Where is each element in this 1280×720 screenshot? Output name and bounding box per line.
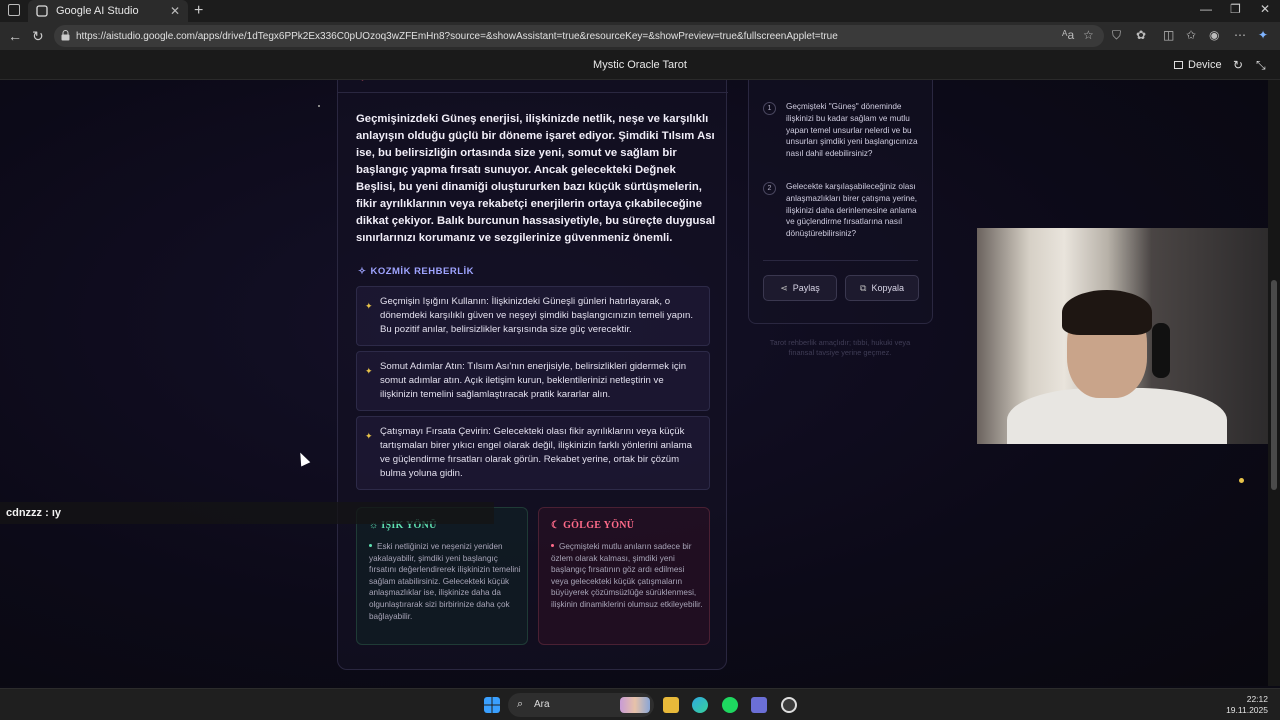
url-text: https://aistudio.google.com/apps/drive/1… xyxy=(76,30,838,42)
tab-close-icon[interactable]: ✕ xyxy=(170,4,180,18)
question-item: 2 Gelecekte karşılaşabileceğiniz olası a… xyxy=(763,181,923,240)
guidance-item: ✦ Somut Adımlar Atın: Tılsım Ası'nın ene… xyxy=(356,351,710,411)
share-label: Paylaş xyxy=(792,283,820,293)
copilot-icon[interactable]: ✦ xyxy=(1258,28,1268,42)
bullet-icon xyxy=(369,544,372,547)
heart-icon: ♡ xyxy=(358,80,367,84)
browser-tab-bar: Google AI Studio ✕ + — ❐ ✕ xyxy=(0,0,1280,22)
refresh-icon[interactable]: ↻ xyxy=(1233,58,1243,72)
address-toolbar: ← ↻ https://aistudio.google.com/apps/dri… xyxy=(0,22,1280,50)
favorites-icon[interactable]: ✩ xyxy=(1186,28,1196,42)
chat-message: cdnzzz : ıy xyxy=(6,507,62,519)
device-button[interactable]: Device xyxy=(1174,59,1222,71)
extensions-icon[interactable]: ✿ xyxy=(1136,28,1146,42)
search-icon: ⌕ xyxy=(517,698,524,710)
taskbar-search[interactable]: ⌕ Ara xyxy=(508,693,654,717)
back-icon[interactable]: ← xyxy=(8,28,22,44)
split-screen-icon[interactable]: ◫ xyxy=(1163,28,1174,42)
guidance-text: Çatışmayı Fırsata Çevirin: Gelecekteki o… xyxy=(380,426,692,479)
webcam-person-hair xyxy=(1062,290,1152,335)
search-highlight-image xyxy=(620,697,650,713)
guidance-text: Somut Adımlar Atın: Tılsım Ası'nın enerj… xyxy=(380,361,687,400)
tab-actions-icon[interactable] xyxy=(8,4,20,16)
question-number: 1 xyxy=(763,102,776,115)
spotify-icon[interactable] xyxy=(722,697,738,713)
clock-date: 19.11.2025 xyxy=(1226,705,1268,715)
minimize-icon[interactable]: — xyxy=(1200,2,1212,16)
edge-browser-icon[interactable] xyxy=(692,697,708,713)
webcam-headset xyxy=(1152,323,1170,378)
guidance-title: KOZMİK REHBERLİK xyxy=(370,266,474,277)
teams-icon[interactable] xyxy=(751,697,767,713)
windows-taskbar: ⌕ Ara 22:12 19.11.2025 xyxy=(0,688,1280,720)
clock-time: 22:12 xyxy=(1246,694,1268,704)
reading-card: ♡ Geçmişinizdeki Güneş enerjisi, ilişkin… xyxy=(337,80,728,670)
moon-icon: ☾ xyxy=(551,520,561,531)
question-text: Gelecekte karşılaşabileceğiniz olası anl… xyxy=(786,182,918,239)
search-label: Ara xyxy=(534,699,550,710)
profile-avatar-icon[interactable]: ◉ xyxy=(1209,28,1219,42)
share-icon: ⋖ xyxy=(780,282,788,293)
guidance-item: ✦ Çatışmayı Fırsata Çevirin: Gelecekteki… xyxy=(356,416,710,490)
bullet-icon xyxy=(551,544,554,547)
mouse-cursor-icon xyxy=(295,450,311,467)
favorite-star-icon[interactable]: ☆ xyxy=(1083,28,1094,42)
app-header: Mystic Oracle Tarot Device ↻ ⤡ xyxy=(0,50,1280,80)
guidance-text: Geçmişin Işığını Kullanın: İlişkinizdeki… xyxy=(380,296,694,335)
guidance-item: ✦ Geçmişin Işığını Kullanın: İlişkinizde… xyxy=(356,286,710,346)
reload-icon[interactable]: ↻ xyxy=(32,28,44,45)
shadow-side-panel: ☾ GÖLGE YÖNÜ Geçmişteki mutlu anıların s… xyxy=(538,507,710,645)
vertical-scrollbar[interactable] xyxy=(1268,80,1280,686)
decorative-dot xyxy=(1239,478,1244,483)
copy-label: Kopyala xyxy=(871,283,904,293)
copy-button[interactable]: ⧉ Kopyala xyxy=(845,275,919,301)
ai-studio-favicon-icon xyxy=(36,5,48,17)
guidance-heading: ✧ KOZMİK REHBERLİK xyxy=(358,266,474,277)
light-side-panel: ☼ IŞIK YÖNÜ Eski netliğinizi ve neşenizi… xyxy=(356,507,528,645)
windows-start-icon[interactable] xyxy=(484,697,500,713)
reading-paragraph: Geçmişinizdeki Güneş enerjisi, ilişkiniz… xyxy=(356,113,716,244)
question-text: Geçmişteki "Güneş" döneminde ilişkinizi … xyxy=(786,102,918,159)
app-notification-icon[interactable] xyxy=(781,697,797,713)
shadow-side-text: Geçmişteki mutlu anıların sadece bir özl… xyxy=(551,542,703,609)
file-explorer-icon[interactable] xyxy=(663,697,679,713)
decorative-dot xyxy=(318,105,320,107)
copy-icon: ⧉ xyxy=(860,282,867,293)
light-side-text: Eski netliğinizi ve neşenizi yeniden yak… xyxy=(369,542,521,621)
card-section-header: ♡ xyxy=(338,80,728,93)
browser-tab[interactable]: Google AI Studio ✕ xyxy=(28,0,188,22)
new-tab-icon[interactable]: + xyxy=(194,2,203,20)
shadow-side-title: GÖLGE YÖNÜ xyxy=(563,520,635,531)
question-number: 2 xyxy=(763,182,776,195)
site-info-icon[interactable] xyxy=(61,30,70,41)
scrollbar-thumb[interactable] xyxy=(1271,280,1277,490)
restore-icon[interactable]: ❐ xyxy=(1230,2,1241,16)
light-side-list: Eski netliğinizi ve neşenizi yeniden yak… xyxy=(369,541,521,622)
divider xyxy=(763,260,918,261)
more-menu-icon[interactable]: ⋯ xyxy=(1234,28,1246,42)
reflection-questions-panel: 1 Geçmişteki "Güneş" döneminde ilişkiniz… xyxy=(748,80,933,324)
disclaimer-text: Tarot rehberlik amaçlıdır; tıbbi, hukuki… xyxy=(769,338,911,357)
read-aloud-icon[interactable]: ᴬa xyxy=(1062,28,1074,42)
app-title: Mystic Oracle Tarot xyxy=(593,59,687,71)
share-button[interactable]: ⋖ Paylaş xyxy=(763,275,837,301)
star-icon: ✦ xyxy=(365,301,373,311)
device-icon xyxy=(1174,61,1183,69)
webcam-overlay xyxy=(977,228,1268,444)
system-clock[interactable]: 22:12 19.11.2025 xyxy=(1226,694,1268,716)
shadow-side-heading: ☾ GÖLGE YÖNÜ xyxy=(551,520,634,531)
question-item: 1 Geçmişteki "Güneş" döneminde ilişkiniz… xyxy=(763,101,923,160)
tab-title: Google AI Studio xyxy=(56,5,139,17)
url-bar[interactable]: https://aistudio.google.com/apps/drive/1… xyxy=(54,25,1104,47)
shadow-side-list: Geçmişteki mutlu anıların sadece bir özl… xyxy=(551,541,703,611)
star-icon: ✦ xyxy=(365,431,373,441)
stream-chat-overlay: cdnzzz : ıy xyxy=(0,502,494,524)
sparkle-icon: ✧ xyxy=(358,266,367,277)
device-label: Device xyxy=(1188,59,1222,71)
window-close-icon[interactable]: ✕ xyxy=(1260,2,1270,16)
star-icon: ✦ xyxy=(365,366,373,376)
shield-icon[interactable]: ⛉ xyxy=(1112,28,1121,43)
exit-fullscreen-icon[interactable]: ⤡ xyxy=(1256,58,1266,73)
